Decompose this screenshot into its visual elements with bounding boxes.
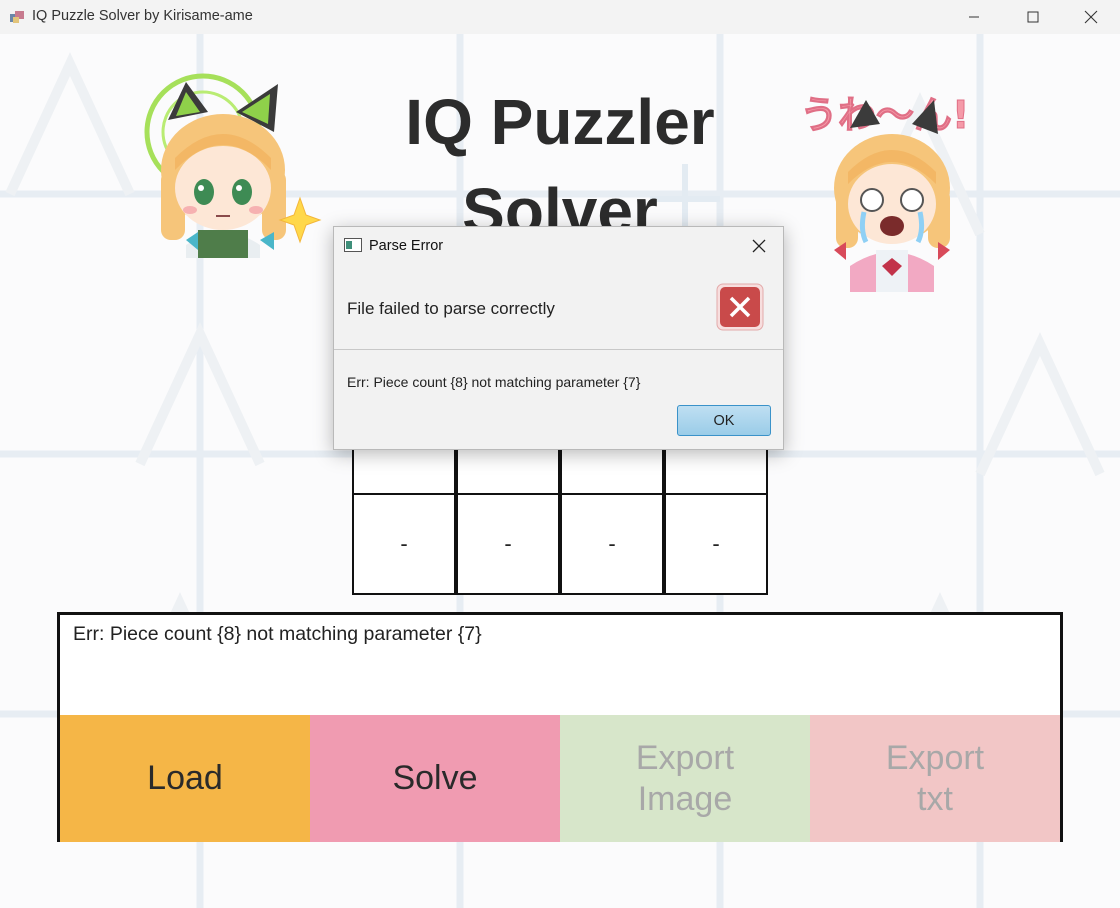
dialog-header-text: File failed to parse correctly <box>347 299 555 318</box>
dialog-content-text: Err: Piece count {8} not matching parame… <box>347 374 641 390</box>
load-button-label: Load <box>147 759 223 797</box>
grid-cell: - <box>352 493 456 595</box>
dialog-window-icon <box>344 238 362 252</box>
error-icon <box>716 283 764 331</box>
dialog-title: Parse Error <box>369 238 444 254</box>
maximize-icon <box>1027 11 1039 23</box>
maximize-button[interactable] <box>1004 0 1062 34</box>
load-button[interactable]: Load <box>60 715 310 842</box>
solve-button-label: Solve <box>392 759 478 797</box>
app-title-line-1: IQ Puzzler <box>405 86 715 158</box>
window-titlebar: IQ Puzzle Solver by Kirisame-ame <box>0 0 1120 34</box>
export-txt-label-line-1: Export <box>885 738 985 777</box>
parse-error-dialog: Parse Error File failed to parse correct… <box>333 226 784 450</box>
ok-button[interactable]: OK <box>677 405 771 436</box>
export-image-label-line-2: Image <box>637 779 733 818</box>
grid-cell: - <box>560 493 664 595</box>
dialog-separator <box>334 349 783 350</box>
ok-button-label: OK <box>713 412 735 429</box>
window-title: IQ Puzzle Solver by Kirisame-ame <box>32 8 253 24</box>
dialog-titlebar: Parse Error <box>334 227 783 265</box>
grid-cell: - <box>664 493 768 595</box>
solve-button[interactable]: Solve <box>310 715 560 842</box>
export-image-button[interactable]: Export Image <box>560 715 810 842</box>
grid-cell: - <box>456 493 560 595</box>
close-icon <box>752 239 766 253</box>
close-icon <box>1084 10 1098 24</box>
dialog-close-button[interactable] <box>746 235 772 257</box>
log-output: Err: Piece count {8} not matching parame… <box>73 623 482 645</box>
control-panel: Err: Piece count {8} not matching parame… <box>57 612 1063 842</box>
close-window-button[interactable] <box>1062 0 1120 34</box>
export-txt-label-line-2: txt <box>917 779 953 818</box>
export-image-label-line-1: Export <box>635 738 735 777</box>
app-icon <box>10 11 24 23</box>
minimize-button[interactable] <box>945 0 1003 34</box>
minimize-icon <box>969 16 979 18</box>
export-txt-button[interactable]: Export txt <box>810 715 1060 842</box>
